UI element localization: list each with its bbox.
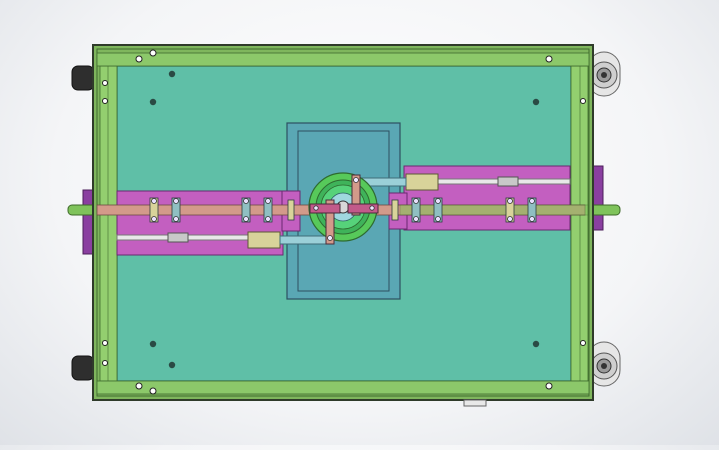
wheel-bottom-left bbox=[71, 355, 95, 381]
cad-viewport[interactable] bbox=[0, 0, 719, 445]
cylinder-right bbox=[405, 173, 439, 191]
bottom-bracket bbox=[463, 399, 487, 407]
wheel-top-left bbox=[71, 65, 95, 91]
handle-right bbox=[589, 204, 621, 216]
cylinder-left bbox=[247, 231, 281, 249]
machine-assembly-drawing bbox=[67, 44, 621, 407]
